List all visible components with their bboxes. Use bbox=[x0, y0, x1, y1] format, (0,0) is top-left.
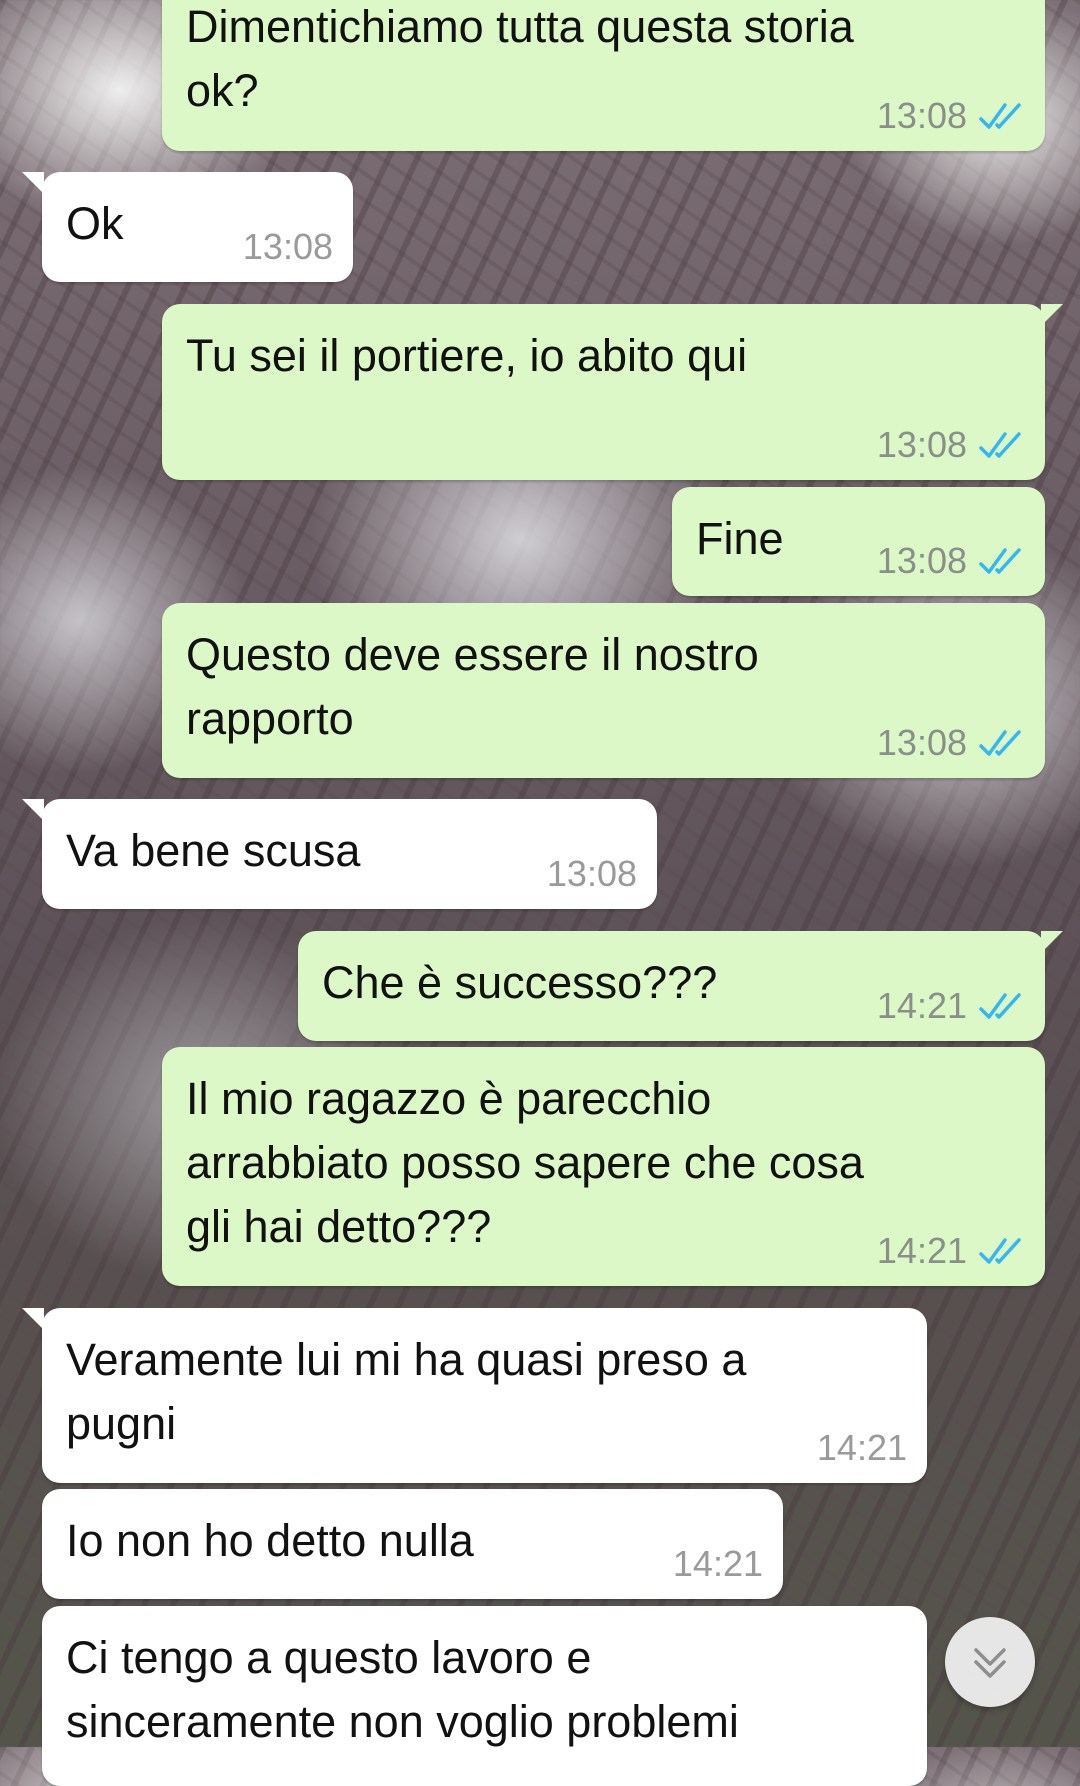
double-check-read-icon bbox=[979, 103, 1021, 129]
message-time: 13:08 bbox=[876, 540, 967, 581]
message-meta: 13:08 bbox=[877, 95, 1025, 137]
message-time: 14:21 bbox=[876, 1230, 967, 1271]
message-meta: 14:21 bbox=[673, 1543, 763, 1585]
message-bubble-outgoing[interactable]: Tu sei il portiere, io abito qui 13:08 bbox=[162, 304, 1063, 480]
message-text: Tu sei il portiere, io abito qui bbox=[186, 330, 748, 381]
message-meta: 14:21 bbox=[877, 1230, 1025, 1272]
message-text: Ok bbox=[66, 198, 124, 249]
message-time: 13:08 bbox=[242, 226, 333, 267]
message-bubble-incoming[interactable]: Veramente lui mi ha quasi preso a pugni … bbox=[22, 1308, 927, 1483]
double-check-read-icon bbox=[979, 432, 1021, 458]
message-bubble-incoming[interactable]: Io non ho detto nulla 14:21 bbox=[42, 1489, 783, 1599]
double-check-read-icon bbox=[979, 993, 1021, 1019]
message-text: Dimentichiamo tutta questa storia ok? bbox=[186, 1, 854, 116]
double-check-read-icon bbox=[979, 730, 1021, 756]
message-text: Il mio ragazzo è parecchio arrabbiato po… bbox=[186, 1073, 864, 1252]
message-text: Fine bbox=[696, 513, 784, 564]
scroll-to-bottom-button[interactable] bbox=[945, 1617, 1035, 1707]
message-bubble-outgoing[interactable]: Che è successo??? 14:21 bbox=[298, 931, 1063, 1041]
message-meta: 13:08 bbox=[877, 540, 1025, 582]
message-meta: 14:21 bbox=[817, 1427, 907, 1469]
message-meta: 13:08 bbox=[547, 853, 637, 895]
message-bubble-outgoing[interactable]: Dimentichiamo tutta questa storia ok? 13… bbox=[162, 0, 1045, 151]
message-text: Ci tengo a questo lavoro e sinceramente … bbox=[66, 1632, 739, 1747]
message-time: 13:08 bbox=[876, 424, 967, 465]
message-time: 14:21 bbox=[672, 1543, 763, 1584]
message-text: Che è successo??? bbox=[322, 957, 718, 1008]
message-bubble-incoming[interactable]: Va bene scusa 13:08 bbox=[22, 799, 657, 909]
message-meta: 13:08 bbox=[877, 424, 1025, 466]
double-check-read-icon bbox=[979, 548, 1021, 574]
double-check-read-icon bbox=[979, 1238, 1021, 1264]
message-time: 13:08 bbox=[876, 95, 967, 136]
message-text: Questo deve essere il nostro rapporto bbox=[186, 629, 759, 744]
message-time: 14:21 bbox=[816, 1427, 907, 1468]
message-meta: 14:21 bbox=[877, 985, 1025, 1027]
message-text: Io non ho detto nulla bbox=[66, 1515, 474, 1566]
message-bubble-incoming[interactable]: Ci tengo a questo lavoro e sinceramente … bbox=[42, 1606, 927, 1786]
message-time: 13:08 bbox=[876, 722, 967, 763]
message-bubble-outgoing[interactable]: Il mio ragazzo è parecchio arrabbiato po… bbox=[162, 1047, 1045, 1286]
message-text: Veramente lui mi ha quasi preso a pugni bbox=[66, 1334, 747, 1449]
message-bubble-incoming[interactable]: Ok 13:08 bbox=[22, 172, 353, 282]
message-meta: 13:08 bbox=[877, 722, 1025, 764]
message-time: 14:21 bbox=[876, 985, 967, 1026]
message-text: Va bene scusa bbox=[66, 825, 361, 876]
chat-conversation[interactable]: Dimentichiamo tutta questa storia ok? 13… bbox=[0, 0, 1080, 1786]
message-bubble-outgoing[interactable]: Questo deve essere il nostro rapporto 13… bbox=[162, 603, 1045, 778]
message-time: 13:08 bbox=[546, 853, 637, 894]
message-bubble-outgoing[interactable]: Fine 13:08 bbox=[672, 487, 1045, 596]
message-meta: 13:08 bbox=[243, 226, 333, 268]
double-chevron-down-icon bbox=[974, 1648, 1006, 1678]
